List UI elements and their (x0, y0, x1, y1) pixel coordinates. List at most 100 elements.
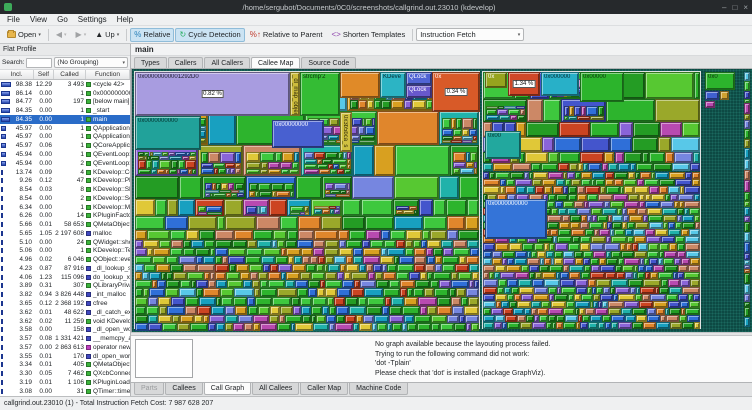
map-cell[interactable] (505, 186, 516, 194)
map-cell[interactable] (166, 280, 180, 288)
map-cell[interactable] (588, 279, 595, 287)
map-cell[interactable] (446, 199, 467, 216)
table-row[interactable]: 5.100.0024QWidget::show (0, 238, 130, 247)
map-cell[interactable] (419, 199, 432, 216)
map-cell[interactable] (560, 272, 569, 279)
map-cell[interactable] (243, 199, 269, 216)
map-cell[interactable] (628, 172, 635, 179)
map-cell[interactable] (658, 272, 673, 279)
map-cell[interactable] (501, 301, 509, 308)
map-cell[interactable] (650, 272, 658, 279)
map-cell[interactable] (507, 294, 515, 302)
table-row[interactable]: 45.970.061QCoreApplication::exec (0, 141, 130, 150)
map-cell[interactable] (220, 288, 235, 297)
map-cell[interactable] (178, 199, 195, 216)
map-cell[interactable] (645, 229, 656, 236)
map-cell[interactable] (483, 243, 495, 250)
map-cell[interactable] (135, 323, 148, 331)
map-cell[interactable] (166, 256, 179, 264)
map-cell[interactable] (659, 287, 669, 294)
map-cell[interactable] (313, 323, 329, 331)
map-cell[interactable]: QLock (406, 85, 432, 98)
map-cell[interactable] (247, 240, 257, 248)
map-cell[interactable] (526, 186, 535, 194)
map-cell[interactable] (569, 265, 584, 272)
map-cell[interactable] (515, 251, 527, 258)
map-cell[interactable] (243, 280, 252, 288)
map-cell[interactable] (548, 172, 562, 179)
table-row[interactable]: 9.260.1247KDevelop::PluginController::lo… (0, 176, 130, 185)
map-cell[interactable] (238, 315, 253, 323)
map-cell[interactable] (744, 72, 750, 81)
map-cell[interactable] (316, 264, 324, 272)
tab-callees[interactable]: Callees (165, 383, 202, 395)
table-row[interactable]: 3.080.0031QTimer::timeout (0, 387, 130, 396)
map-cell[interactable] (441, 240, 453, 248)
map-cell[interactable] (467, 199, 479, 216)
map-cell[interactable] (394, 176, 438, 199)
map-cell[interactable] (649, 222, 664, 229)
map-cell[interactable] (604, 152, 615, 163)
map-cell[interactable] (675, 179, 692, 187)
maximize-icon[interactable]: □ (732, 3, 737, 12)
menu-settings[interactable]: Settings (73, 14, 112, 25)
map-cell[interactable] (381, 230, 390, 241)
map-cell[interactable] (135, 272, 142, 280)
tab-source-code[interactable]: Source Code (301, 57, 356, 68)
map-cell[interactable] (394, 216, 423, 230)
map-cell[interactable] (551, 301, 566, 308)
map-cell[interactable] (687, 315, 700, 322)
map-cell[interactable] (198, 145, 244, 176)
map-cell[interactable] (690, 258, 700, 265)
map-cell[interactable] (233, 323, 243, 331)
map-cell[interactable] (377, 323, 387, 331)
map-cell[interactable] (624, 301, 639, 308)
map-cell[interactable] (325, 256, 334, 264)
map-cell[interactable] (554, 258, 562, 265)
map-cell[interactable] (533, 294, 548, 302)
map-cell[interactable] (656, 308, 664, 315)
map-cell[interactable] (353, 248, 363, 256)
map-cell[interactable] (668, 301, 679, 308)
map-cell[interactable] (179, 256, 196, 264)
map-cell[interactable] (567, 172, 575, 179)
map-cell[interactable] (655, 172, 669, 179)
map-cell[interactable] (250, 272, 258, 280)
map-cell[interactable] (143, 240, 159, 248)
map-cell[interactable] (447, 216, 465, 230)
map-cell[interactable] (554, 251, 563, 258)
map-cell[interactable] (633, 229, 645, 236)
map-cell[interactable] (240, 272, 250, 280)
map-cell[interactable] (548, 315, 556, 322)
map-cell[interactable] (544, 258, 551, 265)
map-cell[interactable] (615, 152, 624, 163)
map-cell[interactable] (670, 194, 678, 201)
map-cell[interactable] (144, 264, 156, 272)
map-cell[interactable] (546, 251, 554, 258)
map-cell[interactable] (216, 280, 227, 288)
map-cell[interactable] (342, 199, 361, 216)
map-cell[interactable] (258, 272, 268, 280)
map-cell[interactable] (387, 248, 405, 256)
map-cell[interactable] (580, 236, 592, 243)
map-cell[interactable] (453, 248, 470, 256)
map-cell[interactable] (680, 301, 690, 308)
map-cell[interactable] (314, 230, 337, 241)
map-cell[interactable] (527, 258, 540, 265)
map-cell[interactable] (255, 297, 272, 306)
map-cell[interactable] (634, 236, 647, 243)
map-cell[interactable] (593, 294, 600, 302)
map-cell[interactable] (285, 315, 301, 323)
map-cell[interactable] (596, 287, 603, 294)
map-cell[interactable] (495, 243, 509, 250)
map-cell[interactable] (527, 99, 543, 123)
map-cell[interactable] (215, 272, 225, 280)
map-cell[interactable] (569, 163, 578, 172)
map-cell[interactable] (618, 322, 632, 329)
map-cell[interactable] (637, 208, 646, 215)
map-cell[interactable] (542, 179, 556, 187)
map-cell[interactable] (374, 315, 388, 323)
table-row[interactable]: 3.890.31307QLibraryPrivate::load (0, 282, 130, 291)
map-cell[interactable] (455, 264, 469, 272)
map-cell[interactable] (600, 294, 612, 302)
